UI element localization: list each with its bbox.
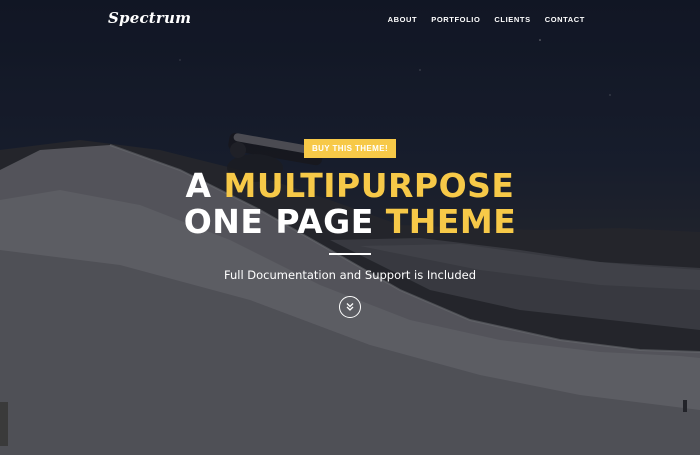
nav-menu: ABOUT PORTFOLIO CLIENTS CONTACT bbox=[388, 15, 585, 24]
headline-line2-accent: THEME bbox=[385, 202, 517, 241]
hero-subtitle: Full Documentation and Support is Includ… bbox=[223, 268, 477, 282]
double-chevron-down-icon bbox=[346, 303, 354, 311]
scroll-down-button[interactable] bbox=[339, 296, 361, 318]
nav-link-portfolio[interactable]: PORTFOLIO bbox=[431, 15, 480, 24]
navbar: Spectrum ABOUT PORTFOLIO CLIENTS CONTACT bbox=[0, 0, 700, 40]
headline-divider bbox=[329, 253, 371, 255]
headline-line1-accent: MULTIPURPOSE bbox=[223, 166, 515, 205]
nav-link-clients[interactable]: CLIENTS bbox=[494, 15, 530, 24]
hero-headline: A MULTIPURPOSE ONE PAGE THEME bbox=[0, 168, 700, 240]
logo[interactable]: Spectrum bbox=[108, 9, 191, 27]
side-tab[interactable] bbox=[0, 402, 8, 446]
hero-section: BUY THIS THEME! A MULTIPURPOSE ONE PAGE … bbox=[0, 136, 700, 318]
headline-line2-white: ONE PAGE bbox=[183, 202, 386, 241]
nav-link-about[interactable]: ABOUT bbox=[388, 15, 418, 24]
page: Spectrum ABOUT PORTFOLIO CLIENTS CONTACT… bbox=[0, 0, 700, 455]
buy-theme-button[interactable]: BUY THIS THEME! bbox=[303, 139, 397, 158]
headline-line1-white: A bbox=[185, 166, 224, 205]
nav-link-contact[interactable]: CONTACT bbox=[545, 15, 585, 24]
